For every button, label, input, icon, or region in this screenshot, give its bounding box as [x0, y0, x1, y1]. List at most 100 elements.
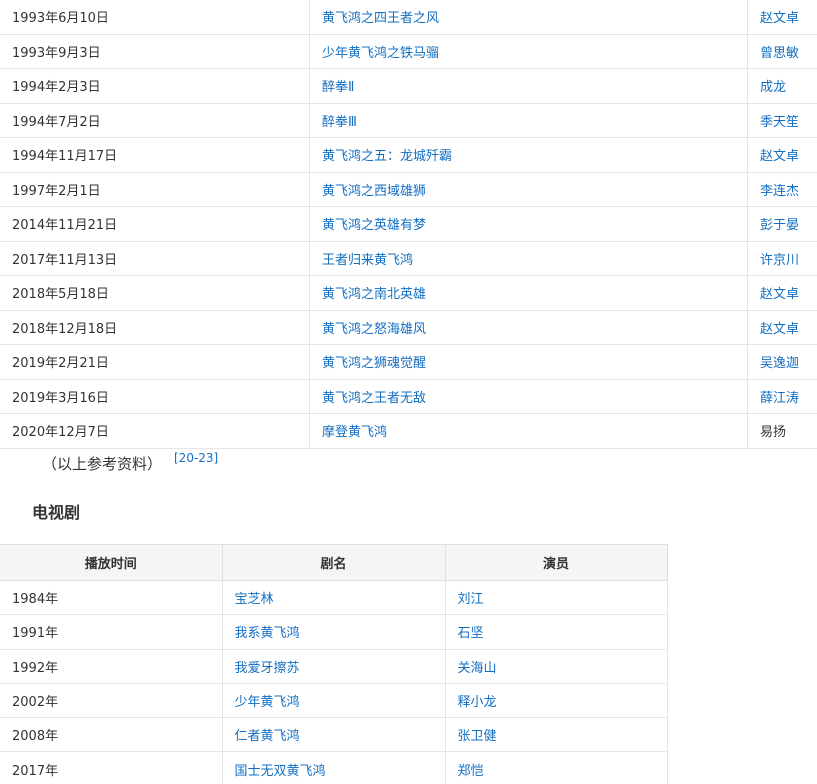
tv-actor-cell: 石坚	[444, 614, 668, 650]
film-actor-link[interactable]: 吴逸迦	[760, 356, 799, 371]
film-title-cell: 少年黄飞鸿之铁马骝	[309, 33, 748, 69]
film-title-link[interactable]: 少年黄飞鸿之铁马骝	[322, 46, 439, 61]
film-actor-cell: 赵文卓	[747, 309, 817, 345]
film-title-cell: 王者归来黄飞鸿	[309, 240, 748, 276]
film-title-link[interactable]: 醉拳Ⅱ	[322, 80, 354, 95]
film-title-cell: 醉拳Ⅱ	[309, 68, 748, 104]
tv-year: 2017年	[0, 751, 223, 784]
tv-title-link[interactable]: 国士无双黄飞鸿	[235, 764, 326, 779]
film-title-link[interactable]: 黄飞鸿之王者无敌	[322, 391, 426, 406]
film-actor-link[interactable]: 曾思敏	[760, 46, 799, 61]
table-row: 2017年11月13日 王者归来黄飞鸿 许京川	[0, 240, 817, 276]
table-row: 2019年3月16日 黄飞鸿之王者无敌 薛江涛	[0, 378, 817, 414]
film-actor-link[interactable]: 季天笙	[760, 115, 799, 130]
film-title-link[interactable]: 黄飞鸿之西域雄狮	[322, 184, 426, 199]
film-table: 1993年6月10日 黄飞鸿之四王者之风 赵文卓 1993年9月3日 少年黄飞鸿…	[0, 0, 817, 449]
table-row: 2014年11月21日 黄飞鸿之英雄有梦 彭于晏	[0, 206, 817, 242]
film-title-link[interactable]: 王者归来黄飞鸿	[322, 253, 413, 268]
film-date: 1994年7月2日	[0, 102, 310, 138]
table-header-row: 播放时间 剧名 演员	[0, 544, 668, 581]
film-title-cell: 黄飞鸿之南北英雄	[309, 275, 748, 311]
tv-actor-link[interactable]: 张卫健	[458, 729, 497, 744]
film-date: 2018年12月18日	[0, 309, 310, 345]
film-actor-link[interactable]: 薛江涛	[760, 391, 799, 406]
film-date: 1994年11月17日	[0, 137, 310, 173]
table-row: 2008年 仁者黄飞鸿 张卫健	[0, 717, 668, 753]
tv-title-link[interactable]: 我爱牙擦苏	[235, 661, 300, 676]
film-date: 2018年5月18日	[0, 275, 310, 311]
tv-title-cell: 国士无双黄飞鸿	[221, 751, 446, 784]
film-title-link[interactable]: 黄飞鸿之怒海雄风	[322, 322, 426, 337]
table-row: 2017年 国士无双黄飞鸿 郑恺	[0, 751, 668, 784]
tv-title-link[interactable]: 仁者黄飞鸿	[235, 729, 300, 744]
film-actor-link[interactable]: 赵文卓	[760, 287, 799, 302]
tv-actor-cell: 张卫健	[444, 717, 668, 753]
film-actor-cell: 彭于晏	[747, 206, 817, 242]
film-actor-cell: 吴逸迦	[747, 344, 817, 380]
film-actor-cell: 李连杰	[747, 171, 817, 207]
film-title-cell: 黄飞鸿之狮魂觉醒	[309, 344, 748, 380]
film-title-cell: 黄飞鸿之英雄有梦	[309, 206, 748, 242]
film-actor-cell: 曾思敏	[747, 33, 817, 69]
film-title-cell: 黄飞鸿之怒海雄风	[309, 309, 748, 345]
tv-actor-link[interactable]: 郑恺	[458, 764, 484, 779]
table-row: 1994年11月17日 黄飞鸿之五：龙城歼霸 赵文卓	[0, 137, 817, 173]
reference-link[interactable]: [20-23]	[174, 451, 218, 465]
film-actor-link[interactable]: 李连杰	[760, 184, 799, 199]
tv-actor-link[interactable]: 石坚	[458, 626, 484, 641]
tv-year: 2008年	[0, 717, 223, 753]
film-title-cell: 黄飞鸿之五：龙城歼霸	[309, 137, 748, 173]
tv-title-cell: 少年黄飞鸿	[221, 682, 446, 719]
film-actor-link[interactable]: 成龙	[760, 80, 786, 95]
film-title-link[interactable]: 黄飞鸿之四王者之风	[322, 11, 439, 26]
tv-actor-link[interactable]: 关海山	[458, 661, 497, 676]
tv-actor-cell: 释小龙	[444, 682, 668, 719]
page: 1993年6月10日 黄飞鸿之四王者之风 赵文卓 1993年9月3日 少年黄飞鸿…	[0, 0, 817, 784]
tv-actor-link[interactable]: 刘江	[458, 592, 484, 607]
column-header-title: 剧名	[221, 544, 446, 581]
table-row: 2018年5月18日 黄飞鸿之南北英雄 赵文卓	[0, 275, 817, 311]
film-actor-cell: 赵文卓	[747, 137, 817, 173]
film-actor-cell: 赵文卓	[747, 275, 817, 311]
tv-title-link[interactable]: 我系黄飞鸿	[235, 626, 300, 641]
reference-note: （以上参考资料）	[42, 455, 163, 473]
film-actor-link[interactable]: 赵文卓	[760, 322, 799, 337]
tv-actor-cell: 郑恺	[444, 751, 668, 784]
tv-year: 1991年	[0, 614, 223, 650]
film-title-cell: 摩登黄飞鸿	[309, 413, 748, 449]
film-title-link[interactable]: 醉拳Ⅲ	[322, 115, 357, 130]
film-actor-link[interactable]: 许京川	[760, 253, 799, 268]
table-row: 2002年 少年黄飞鸿 释小龙	[0, 682, 668, 719]
table-row: 1993年9月3日 少年黄飞鸿之铁马骝 曾思敏	[0, 33, 817, 69]
film-actor-text: 易扬	[760, 425, 787, 441]
film-title-cell: 黄飞鸿之四王者之风	[309, 0, 748, 35]
film-title-link[interactable]: 黄飞鸿之狮魂觉醒	[322, 356, 426, 371]
film-date: 1993年6月10日	[0, 0, 310, 35]
tv-year: 1992年	[0, 648, 223, 684]
film-title-link[interactable]: 摩登黄飞鸿	[322, 425, 387, 440]
film-actor-link[interactable]: 赵文卓	[760, 11, 799, 26]
table-row: 2020年12月7日 摩登黄飞鸿 易扬	[0, 413, 817, 449]
film-title-cell: 黄飞鸿之王者无敌	[309, 378, 748, 414]
tv-title-cell: 我爱牙擦苏	[221, 648, 446, 684]
tv-title-cell: 宝芝林	[221, 579, 446, 616]
tv-title-link[interactable]: 少年黄飞鸿	[235, 695, 300, 710]
tv-title-link[interactable]: 宝芝林	[235, 592, 274, 607]
table-row: 1993年6月10日 黄飞鸿之四王者之风 赵文卓	[0, 0, 817, 35]
table-row: 2018年12月18日 黄飞鸿之怒海雄风 赵文卓	[0, 309, 817, 345]
film-date: 2020年12月7日	[0, 413, 310, 449]
tv-actor-link[interactable]: 释小龙	[458, 695, 497, 710]
column-header-time: 播放时间	[0, 544, 223, 581]
tv-year: 2002年	[0, 682, 223, 719]
film-actor-cell: 易扬	[747, 413, 817, 449]
film-date: 1994年2月3日	[0, 68, 310, 104]
film-title-link[interactable]: 黄飞鸿之五：龙城歼霸	[322, 149, 452, 164]
film-actor-link[interactable]: 赵文卓	[760, 149, 799, 164]
film-actor-link[interactable]: 彭于晏	[760, 218, 799, 233]
film-title-link[interactable]: 黄飞鸿之南北英雄	[322, 287, 426, 302]
film-title-link[interactable]: 黄飞鸿之英雄有梦	[322, 218, 426, 233]
film-date: 2014年11月21日	[0, 206, 310, 242]
table-row: 1991年 我系黄飞鸿 石坚	[0, 614, 668, 650]
film-title-cell: 黄飞鸿之西域雄狮	[309, 171, 748, 207]
film-actor-cell: 成龙	[747, 68, 817, 104]
